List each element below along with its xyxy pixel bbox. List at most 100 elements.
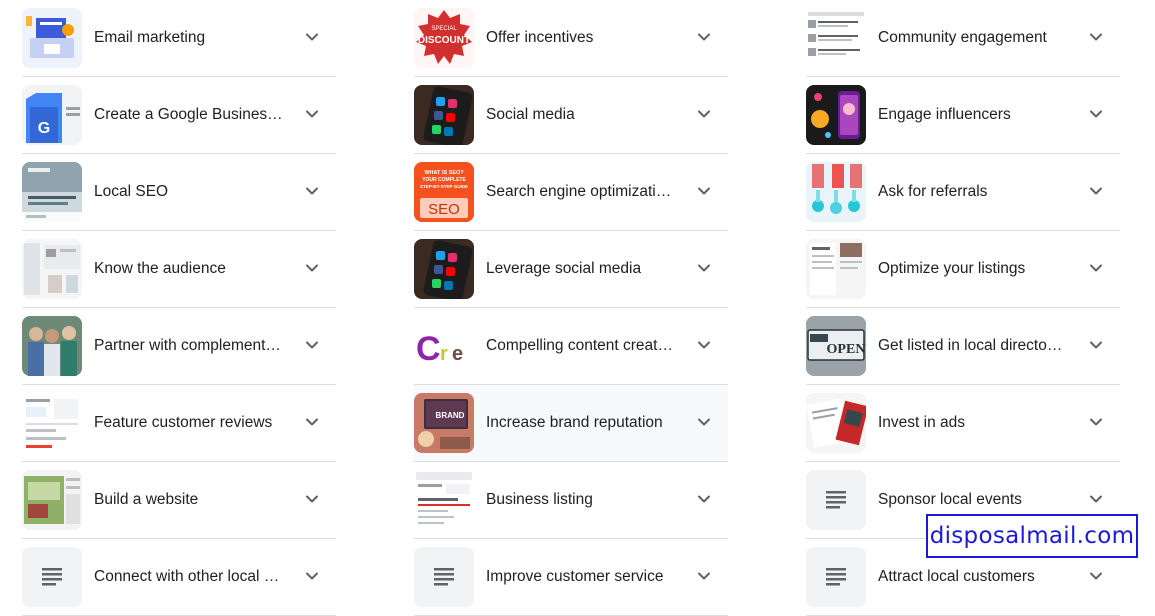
topic-item[interactable]: Invest in ads	[806, 385, 1120, 462]
topic-item[interactable]: Ask for referrals	[806, 154, 1120, 231]
chevron-down-icon[interactable]	[1088, 183, 1104, 199]
chevron-down-icon[interactable]	[696, 337, 712, 353]
social-media-image	[414, 85, 474, 145]
topic-item[interactable]: Partner with complement…	[22, 308, 336, 385]
topic-item[interactable]: OPEN Get listed in local directo…	[806, 308, 1120, 385]
chevron-down-icon[interactable]	[304, 29, 320, 45]
special-discount-image: SPECIAL DISCOUNT	[414, 8, 474, 68]
topic-label: Feature customer reviews	[94, 414, 273, 431]
svg-text:r: r	[440, 343, 448, 365]
topic-label: Local SEO	[94, 183, 169, 200]
topic-label: Build a website	[94, 491, 199, 508]
topic-label: Ask for referrals	[878, 183, 988, 200]
svg-text:SPECIAL: SPECIAL	[431, 26, 457, 32]
topic-label: Search engine optimizati…	[486, 183, 672, 200]
chevron-down-icon[interactable]	[304, 414, 320, 430]
topic-item[interactable]: C r e Compelling content creat…	[414, 308, 728, 385]
svg-text:DISCOUNT: DISCOUNT	[418, 35, 470, 46]
chevron-down-icon[interactable]	[304, 491, 320, 507]
topic-item[interactable]: BRAND Increase brand reputation	[414, 385, 728, 462]
chevron-down-icon[interactable]	[1088, 337, 1104, 353]
topic-label: Business listing	[486, 491, 593, 508]
topic-label: Email marketing	[94, 29, 206, 46]
document-icon	[22, 547, 82, 607]
business-listing-image	[414, 470, 474, 530]
chevron-down-icon[interactable]	[304, 183, 320, 199]
chevron-down-icon[interactable]	[696, 414, 712, 430]
chevron-down-icon[interactable]	[304, 260, 320, 276]
chevron-down-icon[interactable]	[1088, 106, 1104, 122]
topic-item[interactable]: Engage influencers	[806, 77, 1120, 154]
topic-item[interactable]: Connect with other local …	[22, 539, 336, 616]
chevron-down-icon[interactable]	[1088, 414, 1104, 430]
svg-text:C: C	[416, 330, 441, 368]
topic-label: Optimize your listings	[878, 260, 1026, 277]
topic-label: Social media	[486, 106, 575, 123]
topic-label: Invest in ads	[878, 414, 966, 431]
svg-text:BRAND: BRAND	[436, 411, 465, 420]
topic-item[interactable]: Know the audience	[22, 231, 336, 308]
topic-item[interactable]: G Create a Google Busines…	[22, 77, 336, 154]
svg-text:STEP-BY-STEP GUIDE: STEP-BY-STEP GUIDE	[420, 184, 468, 189]
referrals-image	[806, 162, 866, 222]
chevron-down-icon[interactable]	[696, 568, 712, 584]
document-icon	[806, 547, 866, 607]
topic-item[interactable]: Build a website	[22, 462, 336, 539]
seo-guide-image: WHAT IS SEO? YOUR COMPLETE STEP-BY-STEP …	[414, 162, 474, 222]
audience-image	[22, 239, 82, 299]
partners-image	[22, 316, 82, 376]
svg-text:SEO: SEO	[428, 201, 460, 218]
topic-label: Increase brand reputation	[486, 414, 663, 431]
chevron-down-icon[interactable]	[304, 337, 320, 353]
topic-label: Know the audience	[94, 260, 226, 277]
topic-label: Offer incentives	[486, 29, 594, 46]
topic-label: Compelling content creat…	[486, 337, 673, 354]
topic-label: Create a Google Busines…	[94, 106, 283, 123]
website-image	[22, 470, 82, 530]
topic-item[interactable]: Social media	[414, 77, 728, 154]
topic-label: Get listed in local directo…	[878, 337, 1063, 354]
topic-label: Improve customer service	[486, 568, 664, 585]
svg-text:OPEN: OPEN	[827, 342, 866, 357]
topic-label: Leverage social media	[486, 260, 642, 277]
topic-item[interactable]: Business listing	[414, 462, 728, 539]
topic-label: Engage influencers	[878, 106, 1011, 123]
chevron-down-icon[interactable]	[696, 491, 712, 507]
topic-label: Connect with other local …	[94, 568, 280, 585]
svg-text:e: e	[452, 343, 463, 365]
topic-item[interactable]: WHAT IS SEO? YOUR COMPLETE STEP-BY-STEP …	[414, 154, 728, 231]
listings-image	[806, 239, 866, 299]
chevron-down-icon[interactable]	[304, 568, 320, 584]
svg-text:WHAT IS SEO?: WHAT IS SEO?	[424, 170, 464, 176]
svg-text:YOUR COMPLETE: YOUR COMPLETE	[422, 177, 466, 183]
chevron-down-icon[interactable]	[304, 106, 320, 122]
open-sign-image: OPEN	[806, 316, 866, 376]
topic-label: Sponsor local events	[878, 491, 1022, 508]
topic-item[interactable]: Email marketing	[22, 0, 336, 77]
topic-item[interactable]: Optimize your listings	[806, 231, 1120, 308]
topic-label: Attract local customers	[878, 568, 1035, 585]
topic-item[interactable]: Feature customer reviews	[22, 385, 336, 462]
topic-item[interactable]: Leverage social media	[414, 231, 728, 308]
content-creation-image: C r e	[414, 316, 474, 376]
topic-item[interactable]: Local SEO	[22, 154, 336, 231]
chevron-down-icon[interactable]	[696, 260, 712, 276]
brand-image: BRAND	[414, 393, 474, 453]
topic-item[interactable]: Improve customer service	[414, 539, 728, 616]
chevron-down-icon[interactable]	[1088, 29, 1104, 45]
community-screenshot-image	[806, 8, 866, 68]
chevron-down-icon[interactable]	[1088, 260, 1104, 276]
google-business-image: G	[22, 85, 82, 145]
chevron-down-icon[interactable]	[696, 29, 712, 45]
topic-label: Community engagement	[878, 29, 1047, 46]
topic-item[interactable]: Community engagement	[806, 0, 1120, 77]
chevron-down-icon[interactable]	[1088, 491, 1104, 507]
svg-text:G: G	[38, 120, 50, 137]
chevron-down-icon[interactable]	[696, 183, 712, 199]
topic-item[interactable]: SPECIAL DISCOUNT Offer incentives	[414, 0, 728, 77]
chevron-down-icon[interactable]	[696, 106, 712, 122]
email-marketing-image	[22, 8, 82, 68]
topic-column-2: SPECIAL DISCOUNT Offer incentives Social …	[414, 0, 728, 616]
influencer-image	[806, 85, 866, 145]
chevron-down-icon[interactable]	[1088, 568, 1104, 584]
